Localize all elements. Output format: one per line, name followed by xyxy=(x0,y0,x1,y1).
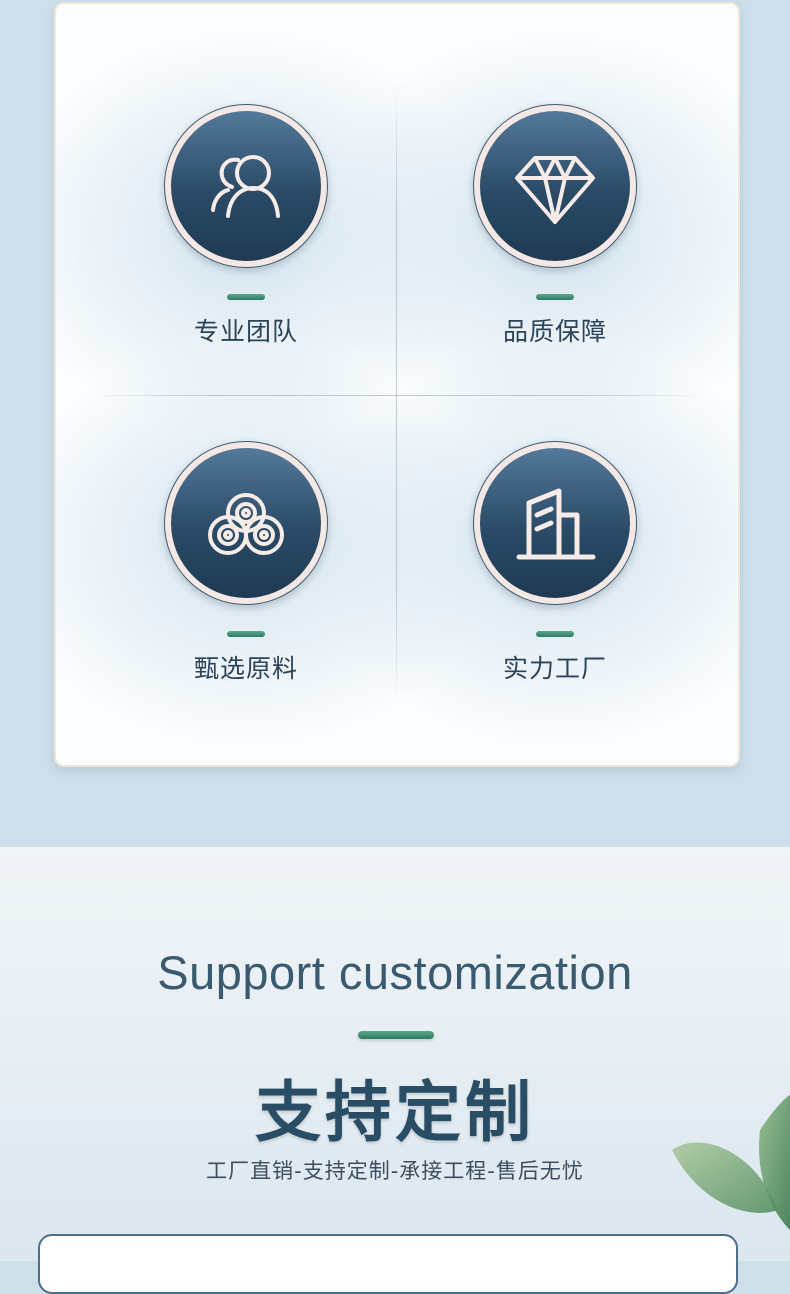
section-title-en: Support customization xyxy=(157,946,633,999)
leaf-decoration xyxy=(672,1095,790,1230)
factory-building-icon xyxy=(516,488,596,560)
feature-materials: 甄选原料 xyxy=(146,441,346,701)
feature-team: 专业团队 xyxy=(146,104,346,364)
features-card: 专业团队 品质保障 甄选原料 实力工厂 xyxy=(54,2,740,767)
feature-label: 甄选原料 xyxy=(193,654,298,683)
divider-vertical xyxy=(396,86,397,706)
divider-horizontal xyxy=(86,395,706,396)
accent-bar xyxy=(358,1031,434,1039)
diamond-icon xyxy=(515,156,595,224)
team-icon xyxy=(211,155,280,218)
feature-quality: 品质保障 xyxy=(455,104,655,364)
feature-label: 品质保障 xyxy=(502,317,607,346)
material-rolls-icon xyxy=(208,493,284,555)
content-card xyxy=(38,1234,738,1294)
feature-label: 专业团队 xyxy=(193,317,298,346)
feature-label: 实力工厂 xyxy=(502,654,607,683)
feature-factory: 实力工厂 xyxy=(455,441,655,701)
